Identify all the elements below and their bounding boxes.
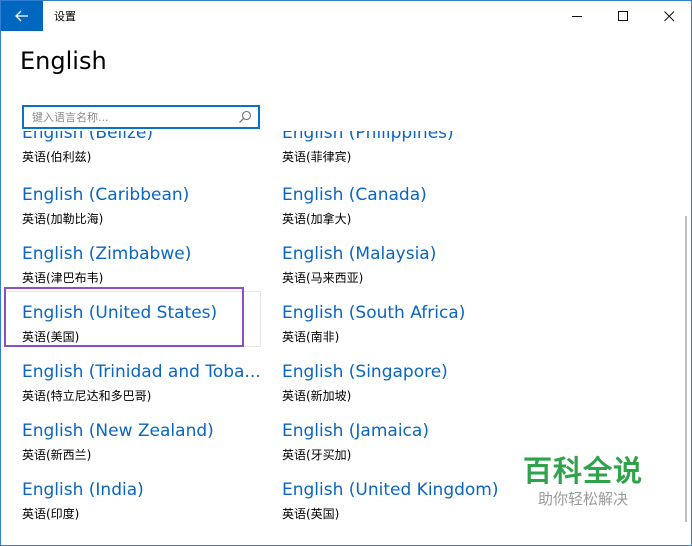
- language-item[interactable]: English (United Kingdom) 英语(英国): [282, 480, 520, 526]
- search-icon[interactable]: [238, 110, 252, 124]
- language-native-name: 英语(伯利兹): [22, 150, 92, 164]
- search-input[interactable]: [32, 107, 232, 127]
- language-name: English (Singapore): [282, 362, 448, 382]
- watermark-main-text: 百科全说: [522, 454, 643, 488]
- language-native-name: 英语(新加坡): [282, 389, 352, 403]
- language-item[interactable]: English (New Zealand) 英语(新西兰): [22, 421, 260, 479]
- back-arrow-icon: [15, 10, 28, 22]
- language-name: English (Philippines): [282, 131, 454, 143]
- language-native-name: 英语(津巴布韦): [22, 271, 104, 285]
- language-item[interactable]: English (Trinidad and Toba... 英语(特立尼达和多巴…: [22, 362, 261, 420]
- language-item[interactable]: English (India) 英语(印度): [22, 480, 260, 526]
- page-title: English: [20, 47, 107, 75]
- language-native-name: 英语(新西兰): [22, 448, 92, 462]
- language-item[interactable]: English (Jamaica) 英语(牙买加): [282, 421, 520, 479]
- language-native-name: 英语(美国): [22, 330, 80, 344]
- language-native-name: 英语(印度): [22, 507, 80, 521]
- language-native-name: 英语(马来西亚): [282, 271, 364, 285]
- language-name: English (Belize): [22, 131, 154, 143]
- maximize-icon: [617, 10, 628, 21]
- language-item[interactable]: English (Singapore) 英语(新加坡): [282, 362, 520, 420]
- language-name: English (New Zealand): [22, 421, 214, 441]
- language-name: English (Trinidad and Toba...: [22, 362, 261, 382]
- language-item[interactable]: English (South Africa) 英语(南非): [282, 303, 520, 361]
- language-item[interactable]: English (Caribbean) 英语(加勒比海): [22, 185, 260, 243]
- language-name: English (United Kingdom): [282, 480, 499, 500]
- close-button[interactable]: [646, 1, 691, 31]
- language-item-united-states[interactable]: English (United States) 英语(美国): [22, 303, 260, 361]
- window-title: 设置: [54, 10, 76, 23]
- language-native-name: 英语(加拿大): [282, 212, 352, 226]
- watermark: 百科全说 助你轻松解决: [513, 453, 653, 523]
- language-item[interactable]: English (Belize) 英语(伯利兹): [22, 131, 260, 181]
- language-name: English (Canada): [282, 185, 427, 205]
- close-icon: [663, 10, 674, 21]
- language-name: English (Caribbean): [22, 185, 190, 205]
- search-box[interactable]: [22, 105, 260, 129]
- language-name: English (South Africa): [282, 303, 466, 323]
- language-name: English (Jamaica): [282, 421, 429, 441]
- language-name: English (India): [22, 480, 144, 500]
- language-name: English (Malaysia): [282, 244, 437, 264]
- language-native-name: 英语(菲律宾): [282, 150, 352, 164]
- language-name: English (United States): [22, 303, 218, 323]
- language-native-name: 英语(特立尼达和多巴哥): [22, 389, 152, 403]
- minimize-button[interactable]: [554, 1, 600, 31]
- language-native-name: 英语(牙买加): [282, 448, 352, 462]
- language-item[interactable]: English (Canada) 英语(加拿大): [282, 185, 520, 243]
- maximize-button[interactable]: [600, 1, 646, 31]
- language-name: English (Zimbabwe): [22, 244, 192, 264]
- title-bar: 设置: [1, 1, 691, 31]
- minimize-icon: [571, 15, 582, 17]
- language-native-name: 英语(加勒比海): [22, 212, 104, 226]
- language-item[interactable]: English (Philippines) 英语(菲律宾): [282, 131, 520, 181]
- watermark-sub-text: 助你轻松解决: [537, 490, 628, 508]
- back-button[interactable]: [1, 1, 43, 31]
- language-native-name: 英语(南非): [282, 330, 340, 344]
- language-item[interactable]: English (Zimbabwe) 英语(津巴布韦): [22, 244, 260, 302]
- settings-window: 设置 English English (Belize): [0, 0, 692, 546]
- scrollbar-thumb[interactable]: [685, 216, 687, 522]
- language-item[interactable]: English (Malaysia) 英语(马来西亚): [282, 244, 520, 302]
- language-native-name: 英语(英国): [282, 507, 340, 521]
